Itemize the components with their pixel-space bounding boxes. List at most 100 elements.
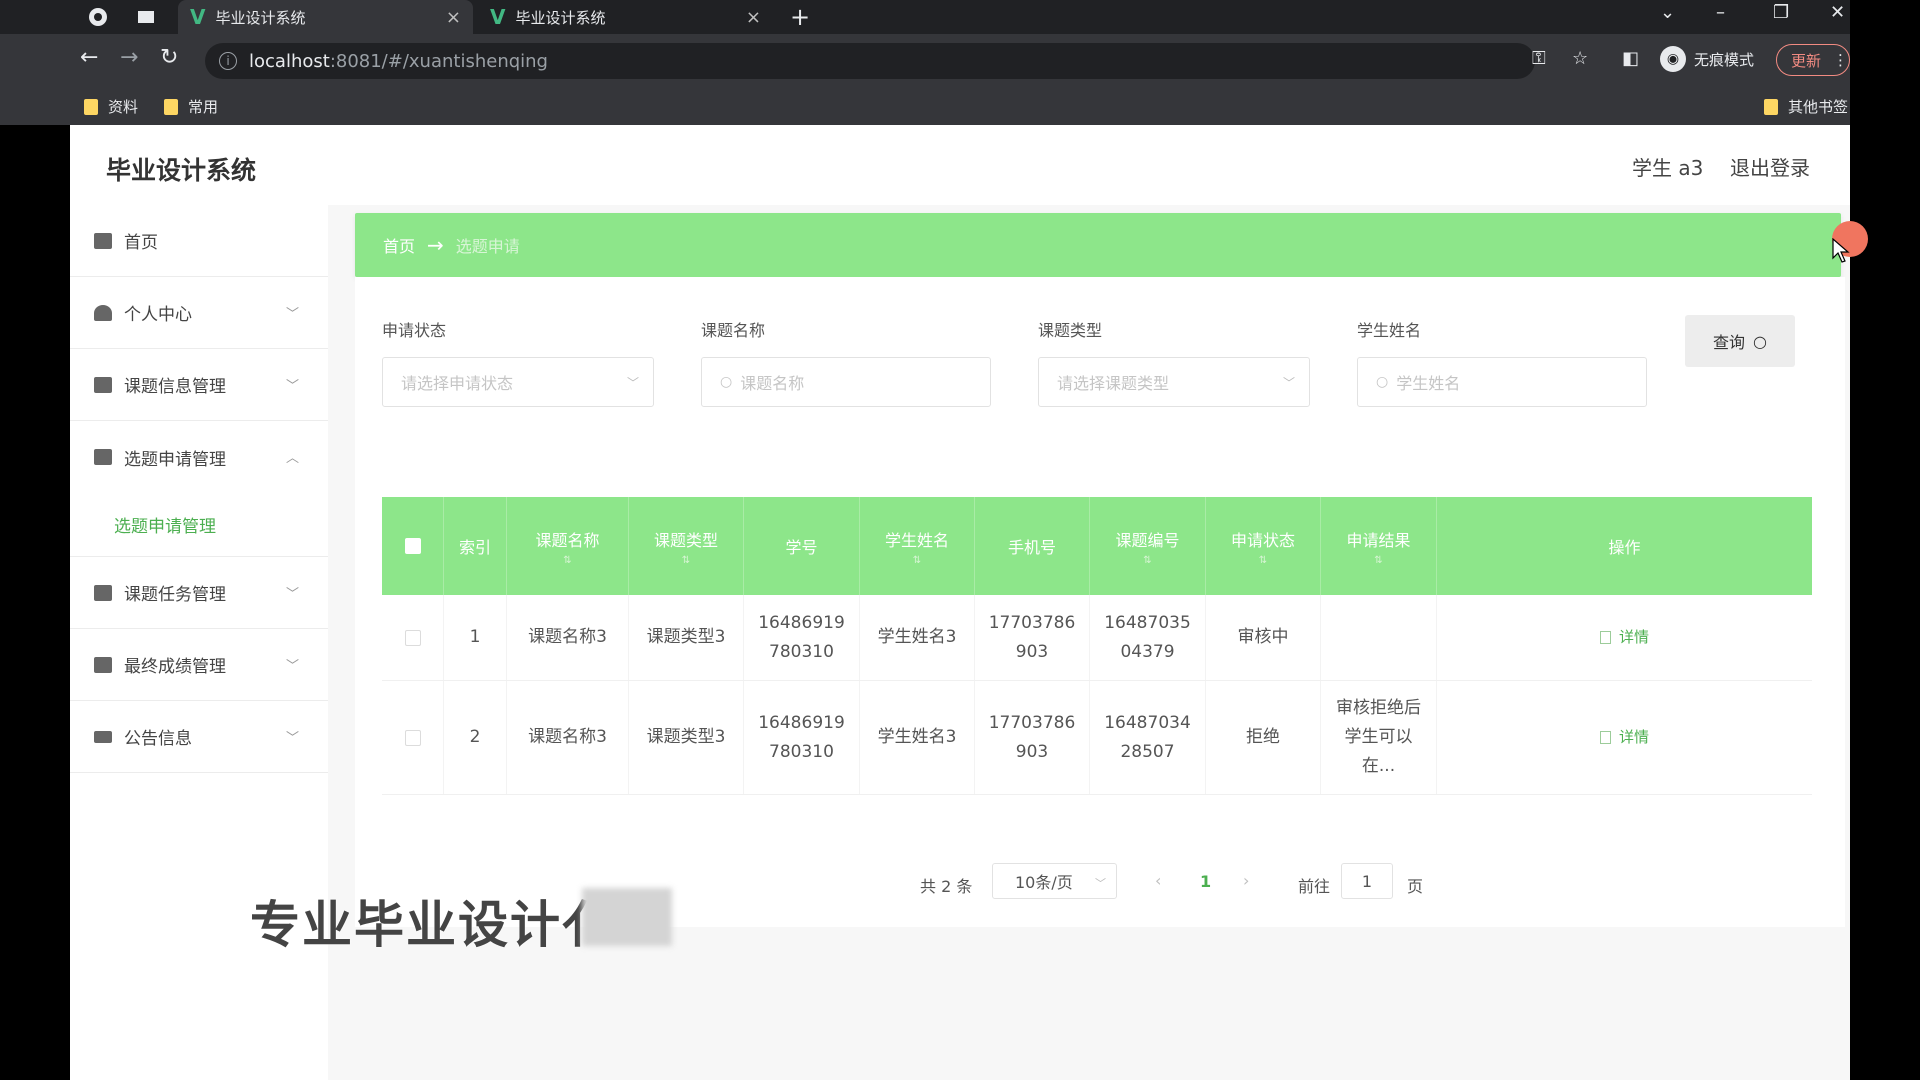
page-number-current[interactable]: 1 [1200,872,1211,891]
sidebar-item-label: 个人中心 [124,305,192,325]
incognito-label: 无痕模式 [1694,50,1755,69]
submenu-item-selection[interactable]: 选题申请管理 [70,493,328,557]
query-button[interactable]: 查询 ○ [1685,315,1795,367]
tab-active[interactable]: V 毕业设计系统 × [178,0,473,34]
sidebar-item-tasks[interactable]: 课题任务管理 ﹀ [70,557,328,629]
sidebar-item-profile[interactable]: 个人中心 ﹀ [70,277,328,349]
page-size-select[interactable]: 10条/页 ﹀ [992,863,1117,899]
sort-icon[interactable]: ⇅ [913,555,921,566]
chevron-down-icon: ﹀ [286,307,300,322]
tab-search-icon[interactable]: ⌄ [1660,2,1675,23]
detail-button[interactable]: 详情 [1599,723,1649,752]
header-student-id[interactable]: 学号 [744,497,860,595]
header-topic-type[interactable]: 课题类型 ⇅ [629,497,744,595]
prev-page-icon[interactable]: ‹ [1155,871,1161,890]
menu-dots-icon[interactable]: ⋮ [1833,51,1848,69]
restore-icon[interactable]: ❐ [1773,2,1789,23]
row-checkbox[interactable] [404,729,421,746]
header-label: 索引 [458,538,491,557]
header-label: 课题名称 [535,530,600,550]
select-all-checkbox[interactable] [404,538,421,554]
sidebar-item-topic-info[interactable]: 课题信息管理 ﹀ [70,349,328,421]
side-panel-icon[interactable]: ◧ [1622,48,1639,69]
header-student-name[interactable]: 学生姓名 ⇅ [860,497,975,595]
cell-line: 17703786 [988,612,1076,633]
logout-link[interactable]: 退出登录 [1730,152,1810,181]
sort-icon[interactable]: ⇅ [682,555,690,566]
sort-icon[interactable]: ⇅ [1259,555,1267,566]
breadcrumb: 首页 → 选题申请 [355,213,1841,277]
topic-name-input[interactable]: ○ 课题名称 [701,357,991,407]
minimize-icon[interactable]: – [1716,2,1725,23]
header-label: 学生姓名 [884,530,949,550]
incognito-indicator[interactable]: ◉ 无痕模式 [1660,46,1754,72]
header-result[interactable]: 申请结果 ⇅ [1321,497,1437,595]
cell-line: 780310 [769,741,834,762]
breadcrumb-home[interactable]: 首页 [383,233,415,257]
cell-topic-name: 课题名称3 [507,681,629,794]
tab-title: 毕业设计系统 [515,8,606,27]
search-icon: ○ [1753,331,1767,351]
tab-close-icon[interactable]: × [446,7,461,28]
update-button[interactable]: 更新 ⋮ [1776,44,1850,76]
detail-button[interactable]: 详情 [1599,623,1649,652]
chevron-down-icon: ﹀ [286,587,300,602]
topic-type-placeholder: 请选择课题类型 [1057,374,1170,393]
sort-icon[interactable]: ⇅ [1143,555,1151,566]
url-host: localhost [249,50,330,72]
user-icon [94,304,112,321]
bookmark-star-icon[interactable]: ☆ [1572,48,1588,69]
address-bar[interactable]: i localhost :8081/#/xuantishenqing [205,43,1535,79]
search-icon: ○ [720,374,733,390]
window-icon[interactable] [136,7,156,27]
back-icon[interactable]: ← [80,45,98,70]
row-select-cell [382,595,444,680]
tab-close-icon[interactable]: × [746,7,761,28]
other-bookmarks[interactable]: 其他书签 [1764,96,1848,117]
sidebar-item-home[interactable]: 首页 [70,205,328,277]
new-tab-icon[interactable]: + [790,3,810,31]
grade-icon [94,656,112,673]
bookmark-label: 常用 [188,98,219,116]
breadcrumb-separator: → [427,233,444,257]
sort-icon[interactable]: ⇅ [563,555,571,566]
bookmark-folder[interactable]: 常用 [164,96,218,117]
forward-icon[interactable]: → [120,45,138,70]
cell-line: 16487034 [1104,712,1191,733]
sort-icon[interactable]: ⇅ [1374,555,1382,566]
next-page-icon[interactable]: › [1243,871,1249,890]
key-icon[interactable]: ⚿ [1532,48,1546,69]
reload-icon[interactable]: ↻ [160,45,178,70]
header-label: 课题编号 [1115,530,1180,550]
document-icon [1599,731,1611,744]
topic-type-select[interactable]: 请选择课题类型 ﹀ [1038,357,1310,407]
sidebar-item-label: 课题任务管理 [124,585,226,605]
sidebar-item-selection[interactable]: 选题申请管理 ︿ [70,421,328,493]
cell-topic-type: 课题类型3 [629,595,744,680]
header-topic-name[interactable]: 课题名称 ⇅ [507,497,629,595]
cell-line: 903 [1015,741,1049,762]
detail-label: 详情 [1618,728,1649,746]
status-select[interactable]: 请选择申请状态 ﹀ [382,357,654,407]
breadcrumb-current: 选题申请 [455,237,520,256]
goto-page-input[interactable]: 1 [1341,863,1393,899]
bookmark-folder[interactable]: 资料 [84,96,138,117]
bookmark-label: 资料 [108,98,139,116]
student-name-input[interactable]: ○ 学生姓名 [1357,357,1647,407]
cell-topic-name: 课题名称3 [507,595,629,680]
search-form: 申请状态 请选择申请状态 ﹀ 课题名称 ○ 课题名称 课题类型 请选择课题类型 … [355,277,1845,457]
header-topic-no[interactable]: 课题编号 ⇅ [1090,497,1206,595]
cell-line: 16487035 [1104,612,1191,633]
cell-line: 903 [1015,641,1049,662]
row-checkbox[interactable] [404,629,421,646]
sidebar-item-notices[interactable]: 公告信息 ﹀ [70,701,328,773]
header-phone[interactable]: 手机号 [975,497,1090,595]
cell-line: 28507 [1120,741,1175,762]
site-info-icon[interactable]: i [219,52,237,70]
close-window-icon[interactable]: ✕ [1830,2,1845,23]
sidebar-item-grades[interactable]: 最终成绩管理 ﹀ [70,629,328,701]
header-status[interactable]: 申请状态 ⇅ [1206,497,1321,595]
cell-line: 学生可以 [1344,727,1413,747]
tab-inactive[interactable]: V 毕业设计系统 × [478,0,773,34]
chevron-up-icon: ︿ [286,451,300,466]
